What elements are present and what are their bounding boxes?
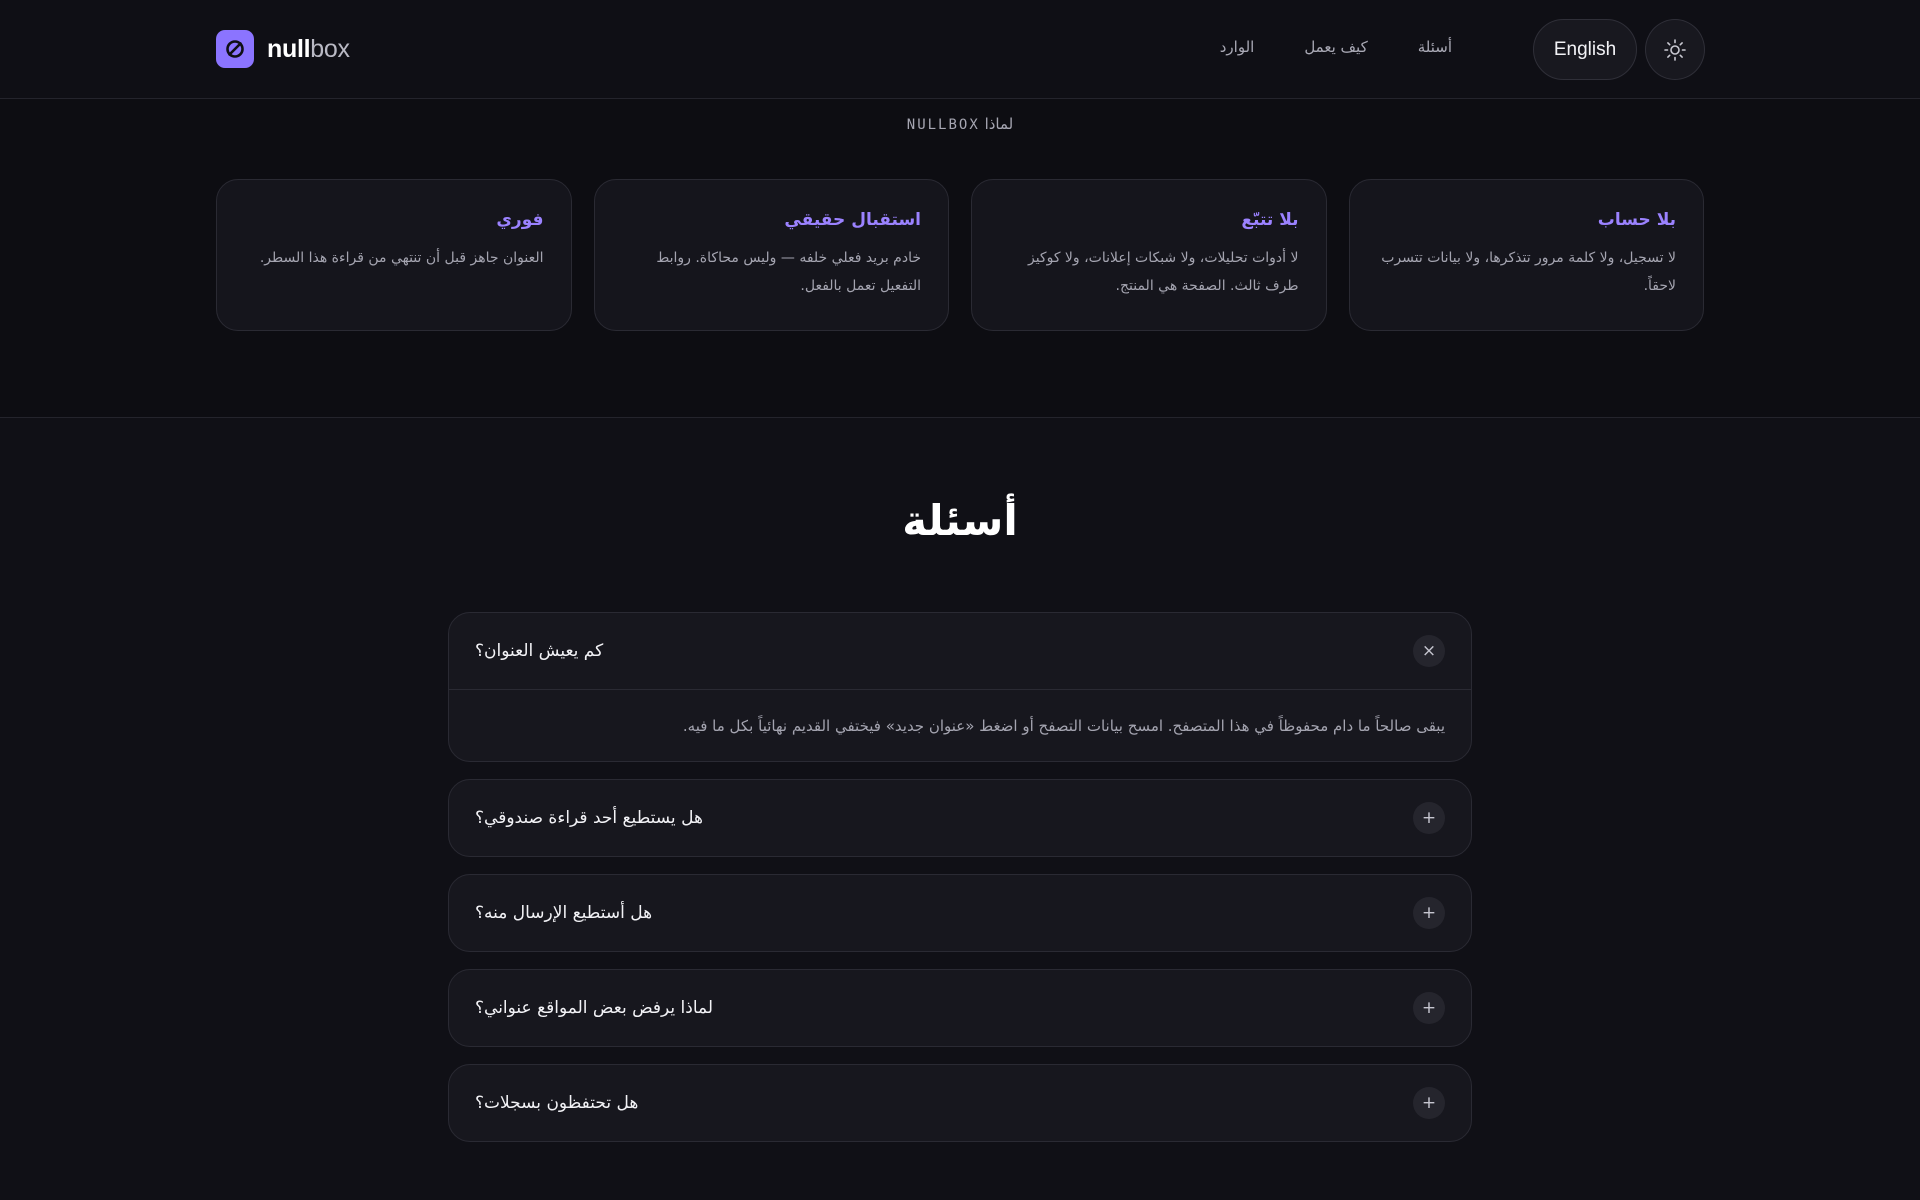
language-toggle-button[interactable]: English <box>1533 19 1637 80</box>
faq-question: هل تحتفظون بسجلات؟ <box>475 1093 639 1113</box>
plus-icon[interactable]: + <box>1413 1087 1445 1119</box>
logo-wordmark: nullbox <box>267 35 350 64</box>
faq-item: هل أستطيع الإرسال منه؟ + <box>448 874 1472 952</box>
feature-description: العنوان جاهز قبل أن تنتهي من قراءة هذا ا… <box>259 250 544 266</box>
section-eyebrow: لماذا NULLBOX <box>0 115 1920 133</box>
site-header: nullbox أسئلة كيف يعمل الوارد English <box>0 0 1920 99</box>
eyebrow-word: لماذا <box>984 115 1014 133</box>
faq-item: هل يستطيع أحد قراءة صندوقي؟ + <box>448 779 1472 857</box>
faq-heading: أسئلة <box>902 496 1018 545</box>
plus-icon[interactable]: + <box>1413 802 1445 834</box>
faq-item: لماذا يرفض بعض المواقع عنواني؟ + <box>448 969 1472 1047</box>
nav-link-how-it-works[interactable]: كيف يعمل <box>1304 38 1367 56</box>
page: nullbox أسئلة كيف يعمل الوارد English لم… <box>0 0 1920 1200</box>
faq-question-row[interactable]: هل تحتفظون بسجلات؟ + <box>449 1065 1471 1141</box>
feature-card-instant: فوري العنوان جاهز قبل أن تنتهي من قراءة … <box>216 179 572 331</box>
sun-icon <box>1664 38 1686 61</box>
faq-question-row[interactable]: هل يستطيع أحد قراءة صندوقي؟ + <box>449 780 1471 856</box>
feature-title: فوري <box>496 210 544 230</box>
close-icon[interactable]: × <box>1413 635 1445 667</box>
eyebrow-brand: NULLBOX <box>906 117 980 133</box>
features-grid: بلا حساب لا تسجيل، ولا كلمة مرور تتذكرها… <box>216 179 1704 331</box>
theme-toggle-button[interactable] <box>1645 19 1705 80</box>
faq-list: كم يعيش العنوان؟ × يبقى صالحاً ما دام مح… <box>448 612 1472 1159</box>
feature-card-no-tracking: بلا تتبّع لا أدوات تحليلات، ولا شبكات إع… <box>971 179 1327 331</box>
nav-link-faq[interactable]: أسئلة <box>1418 38 1452 56</box>
main-nav: أسئلة كيف يعمل الوارد <box>1220 38 1452 56</box>
logo-wordmark-light: box <box>310 34 350 63</box>
feature-title: بلا حساب <box>1597 210 1676 230</box>
feature-card-no-account: بلا حساب لا تسجيل، ولا كلمة مرور تتذكرها… <box>1348 179 1704 331</box>
faq-question-row[interactable]: لماذا يرفض بعض المواقع عنواني؟ + <box>449 970 1471 1046</box>
faq-question: لماذا يرفض بعض المواقع عنواني؟ <box>475 998 714 1018</box>
feature-description: خادم بريد فعلي خلفه — وليس محاكاة. روابط… <box>656 250 921 294</box>
faq-item: هل تحتفظون بسجلات؟ + <box>448 1064 1472 1142</box>
feature-title: بلا تتبّع <box>1241 210 1299 230</box>
faq-item-open: كم يعيش العنوان؟ × يبقى صالحاً ما دام مح… <box>448 612 1472 762</box>
logo-wordmark-bold: null <box>267 34 311 63</box>
plus-icon[interactable]: + <box>1413 992 1445 1024</box>
faq-question: هل يستطيع أحد قراءة صندوقي؟ <box>475 808 703 828</box>
feature-description: لا تسجيل، ولا كلمة مرور تتذكرها، ولا بيا… <box>1381 250 1676 294</box>
faq-answer: يبقى صالحاً ما دام محفوظاً في هذا المتصف… <box>449 689 1471 761</box>
null-symbol-icon <box>216 30 254 68</box>
logo[interactable]: nullbox <box>216 30 350 68</box>
faq-question: هل أستطيع الإرسال منه؟ <box>475 903 653 923</box>
plus-icon[interactable]: + <box>1413 897 1445 929</box>
faq-question-row[interactable]: هل أستطيع الإرسال منه؟ + <box>449 875 1471 951</box>
faq-question-row[interactable]: كم يعيش العنوان؟ × <box>449 613 1471 689</box>
feature-description: لا أدوات تحليلات، ولا شبكات إعلانات، ولا… <box>1027 250 1299 294</box>
feature-title: استقبال حقيقي <box>784 210 921 230</box>
feature-card-real-receiving: استقبال حقيقي خادم بريد فعلي خلفه — وليس… <box>593 179 949 331</box>
faq-question: كم يعيش العنوان؟ <box>475 641 604 661</box>
nav-link-inbox[interactable]: الوارد <box>1220 38 1255 56</box>
